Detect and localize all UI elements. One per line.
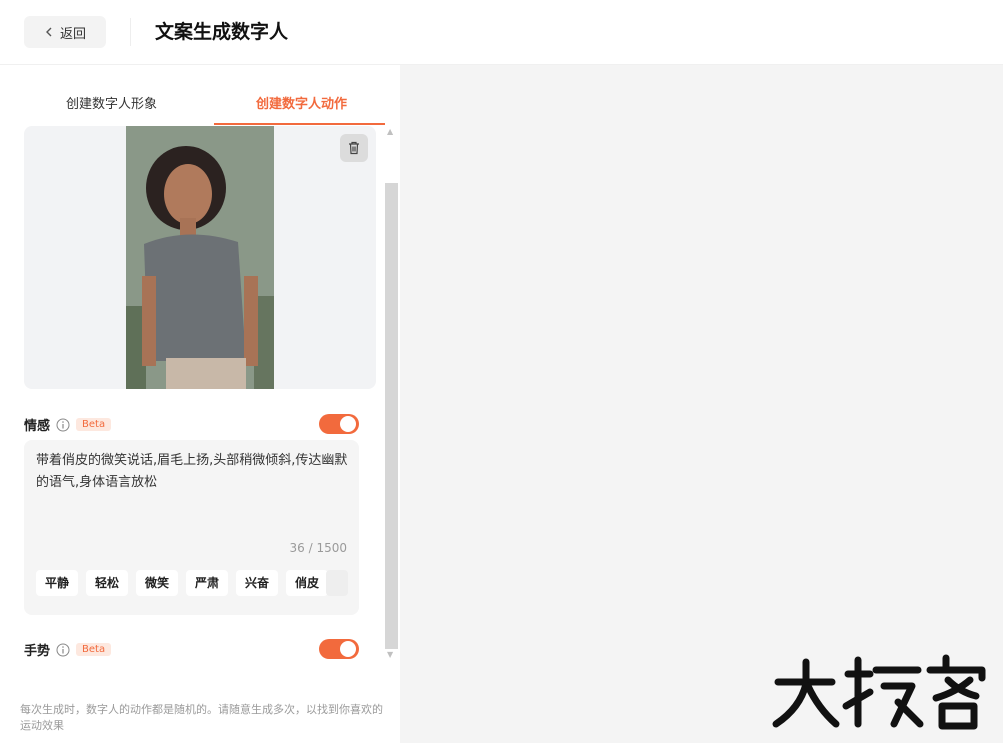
emotion-textarea[interactable]: 带着俏皮的微笑说话,眉毛上扬,头部稍微倾斜,传达幽默的语气,身体语言放松 36 … xyxy=(24,440,359,615)
chip-relaxed[interactable]: 轻松 xyxy=(86,570,128,596)
tab-create-motion[interactable]: 创建数字人动作 xyxy=(214,85,389,125)
emotion-row: 情感 Beta xyxy=(24,415,112,434)
scroll-up-icon[interactable]: ▲ xyxy=(387,127,393,136)
gesture-toggle[interactable] xyxy=(319,639,359,659)
character-counter: 36 / 1500 xyxy=(289,541,347,555)
trash-icon xyxy=(349,141,359,155)
tab-create-avatar[interactable]: 创建数字人形象 xyxy=(24,85,199,125)
avatar-photo xyxy=(126,126,274,389)
chip-excited[interactable]: 兴奋 xyxy=(236,570,278,596)
gesture-beta-badge: Beta xyxy=(76,643,112,656)
back-button-label: 返回 xyxy=(59,26,86,42)
chip-calm[interactable]: 平静 xyxy=(36,570,78,596)
gesture-row: 手势 Beta xyxy=(24,640,112,659)
chip-serious[interactable]: 严肃 xyxy=(186,570,228,596)
emotion-toggle[interactable] xyxy=(319,414,359,434)
panel-scrollbar-thumb[interactable] xyxy=(385,183,398,649)
chip-playful[interactable]: 俏皮 xyxy=(286,570,328,596)
footnote-text: 每次生成时，数字人的动作都是随机的。请随意生成多次，以找到你喜欢的运动效果 xyxy=(20,703,383,732)
avatar-preview xyxy=(24,126,376,389)
delete-button[interactable] xyxy=(340,134,368,162)
chevron-left-icon xyxy=(45,27,52,37)
scroll-down-icon[interactable]: ▼ xyxy=(387,650,393,659)
top-header: 返回 文案生成数字人 xyxy=(0,0,1003,65)
emotion-beta-badge: Beta xyxy=(76,418,112,431)
emotion-label: 情感 xyxy=(24,419,51,434)
gesture-label: 手势 xyxy=(24,644,51,659)
header-divider xyxy=(130,18,131,46)
info-icon[interactable] xyxy=(56,643,70,657)
result-pane xyxy=(400,65,1003,743)
emotion-text[interactable]: 带着俏皮的微笑说话,眉毛上扬,头部稍微倾斜,传达幽默的语气,身体语言放松 xyxy=(36,450,351,494)
person-illustration xyxy=(126,126,274,389)
back-button[interactable]: 返回 xyxy=(24,16,106,48)
chip-overflow xyxy=(326,570,348,596)
chip-smile[interactable]: 微笑 xyxy=(136,570,178,596)
info-icon[interactable] xyxy=(56,418,70,432)
watermark-logo xyxy=(772,654,986,730)
tab-bar: 创建数字人形象 创建数字人动作 xyxy=(24,85,389,125)
page-title: 文案生成数字人 xyxy=(155,21,289,43)
settings-panel: 创建数字人形象 创建数字人动作 情感 Beta 带着俏皮的微笑说话,眉毛上扬,头… xyxy=(0,65,400,743)
